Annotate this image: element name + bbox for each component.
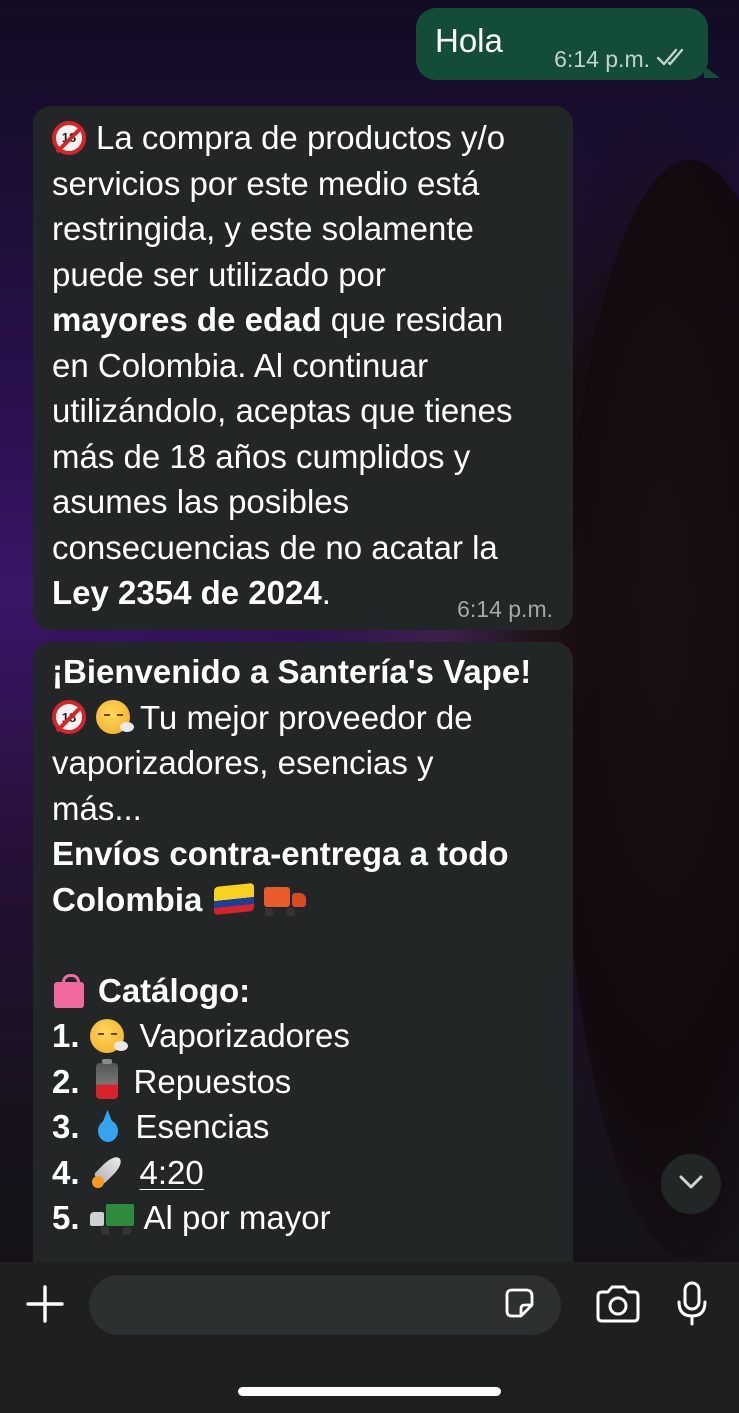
face-exhaling-icon (89, 1018, 128, 1053)
message-time: 6:14 p.m. (457, 596, 553, 622)
sticker-icon (501, 1285, 537, 1326)
message-meta: 6:14 p.m. (554, 46, 690, 72)
message-line: Envíos contra-entrega a todo (52, 835, 509, 872)
time-link[interactable]: 4:20 (140, 1150, 204, 1196)
message-line: asumes las posibles (52, 483, 350, 520)
item-label: Esencias (135, 1108, 270, 1145)
catalog-item: 4. 4:20 (52, 1150, 555, 1196)
battery-icon (95, 1059, 118, 1100)
message-text: Tu mejor proveedor de (140, 698, 473, 736)
message-line: Catálogo: (52, 968, 555, 1014)
bold-text: mayores de edad (52, 301, 322, 338)
attach-button[interactable] (23, 1284, 67, 1328)
incoming-message-bubble[interactable]: 18 La compra de productos y/o servicios … (33, 106, 573, 630)
lorry-icon (89, 1202, 134, 1234)
item-number: 1. (52, 1017, 80, 1054)
bold-text: Ley 2354 de 2024 (52, 574, 322, 611)
message-line: más... (52, 789, 142, 827)
camera-icon (594, 1284, 642, 1329)
no-under-eighteen-icon: 18 (52, 120, 86, 155)
catalog-item: 2. Repuestos (52, 1059, 555, 1105)
message-input-box (89, 1275, 561, 1335)
item-number: 2. (52, 1062, 80, 1100)
catalog-title: Catálogo: (98, 971, 251, 1009)
chevron-down-icon (678, 1174, 704, 1195)
microphone-button[interactable] (670, 1280, 714, 1332)
message-line: en Colombia. Al continuar (52, 346, 429, 384)
camera-button[interactable] (592, 1282, 644, 1330)
message-text: La compra de productos y/o (96, 119, 506, 156)
message-line: Colombia (52, 877, 555, 923)
item-label: Repuestos (133, 1062, 292, 1100)
message-line: utilizándolo, aceptas que tienes (52, 392, 513, 429)
item-number: 5. (52, 1199, 80, 1236)
catalog-item: 1. Vaporizadores (52, 1013, 555, 1059)
double-check-icon (656, 46, 690, 72)
sticker-button[interactable] (499, 1285, 539, 1325)
message-line: 18 Tu mejor proveedor de (52, 695, 555, 741)
message-line: 18 La compra de productos y/o (52, 115, 555, 161)
item-number: 4. (52, 1153, 80, 1191)
welcome-title: ¡Bienvenido a Santería's Vape! (52, 653, 532, 690)
delivery-truck-icon (264, 883, 307, 915)
item-label: Vaporizadores (139, 1017, 350, 1054)
chat-screen: Hola 6:14 p.m. 18 La compra de productos… (0, 0, 739, 1413)
face-exhaling-icon (96, 700, 134, 735)
message-line: puede ser utilizado por (52, 255, 386, 293)
colombia-flag-icon (214, 883, 255, 916)
plus-icon (25, 1284, 65, 1329)
message-time: 6:14 p.m. (554, 46, 650, 72)
message-text: . (321, 574, 331, 611)
item-label: Al por mayor (143, 1199, 331, 1236)
message-line: más de 18 años cumplidos y (52, 437, 471, 475)
catalog-item: 5. Al por mayor (52, 1195, 555, 1241)
message-line: vaporizadores, esencias y (52, 744, 434, 781)
scroll-to-bottom-button[interactable] (661, 1154, 721, 1214)
shopping-bags-icon (52, 972, 88, 1009)
item-number: 3. (52, 1108, 80, 1145)
incoming-message-bubble[interactable]: ¡Bienvenido a Santería's Vape! 18 Tu mej… (33, 642, 573, 1282)
rocket-icon (90, 1152, 130, 1192)
no-under-eighteen-icon: 18 (52, 700, 86, 735)
outgoing-message-bubble[interactable]: Hola 6:14 p.m. (416, 8, 720, 80)
message-line: restringida, y este solamente (52, 210, 474, 247)
message-line: mayores de edad que residan (52, 297, 555, 343)
droplet-icon (96, 1110, 120, 1144)
message-text: que residan (321, 301, 504, 338)
message-line: servicios por este medio está (52, 164, 480, 202)
message-line: consecuencias de no acatar la (52, 528, 498, 566)
microphone-icon (674, 1280, 710, 1333)
home-indicator[interactable] (238, 1387, 501, 1396)
catalog-item: 3. Esencias (52, 1104, 555, 1150)
message-input[interactable] (111, 1288, 499, 1322)
bold-text: Colombia (52, 880, 203, 918)
